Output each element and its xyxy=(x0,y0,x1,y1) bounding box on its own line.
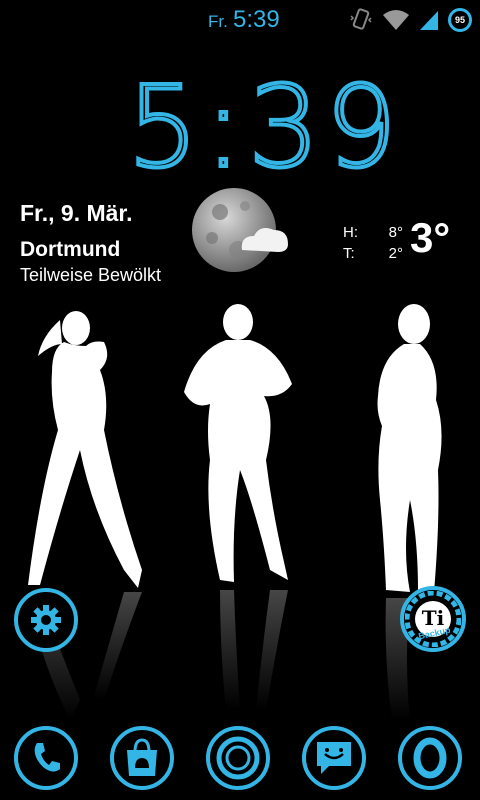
silhouette-middle xyxy=(184,304,292,582)
status-bar[interactable]: Fr. 5:39 95 xyxy=(0,0,480,38)
battery-icon: 95 xyxy=(448,8,472,32)
low-value: 2° xyxy=(388,245,403,262)
vibrate-icon xyxy=(350,8,372,30)
weather-date: Fr., 9. Mär. xyxy=(20,200,133,226)
low-temp-row: T: 2° xyxy=(343,243,403,264)
moon-cloud-icon xyxy=(192,188,288,272)
play-store-icon xyxy=(127,738,157,776)
settings-shortcut[interactable] xyxy=(14,588,78,652)
signal-icon xyxy=(420,11,438,30)
low-label: T: xyxy=(343,245,355,262)
phone-button[interactable] xyxy=(14,726,78,790)
dock xyxy=(0,718,480,800)
messaging-button[interactable] xyxy=(302,726,366,790)
titanium-backup-icon: Ti Backup xyxy=(405,591,461,647)
current-temperature: 3° xyxy=(410,214,451,261)
silhouette-left xyxy=(28,311,142,588)
titanium-backup-shortcut[interactable]: Ti Backup xyxy=(400,586,466,652)
high-low-temps: H: 8° T: 2° xyxy=(343,222,403,264)
opera-button[interactable] xyxy=(398,726,462,790)
messaging-icon xyxy=(317,742,351,774)
high-label: H: xyxy=(343,224,358,241)
status-time: 5:39 xyxy=(233,6,280,33)
app-drawer-icon xyxy=(216,736,260,780)
silhouette-reflections xyxy=(28,590,410,720)
app-drawer-button[interactable] xyxy=(206,726,270,790)
gear-icon xyxy=(31,605,61,635)
status-icons: 95 xyxy=(348,6,472,34)
silhouette-right xyxy=(377,304,442,592)
battery-level: 95 xyxy=(454,15,465,25)
opera-icon xyxy=(413,737,447,779)
high-temp-row: H: 8° xyxy=(343,222,403,243)
phone-icon xyxy=(34,743,60,772)
clock-widget[interactable]: 5:39 xyxy=(0,70,480,186)
status-day: Fr. xyxy=(208,12,228,31)
wifi-icon xyxy=(383,10,409,30)
play-store-button[interactable] xyxy=(110,726,174,790)
wallpaper-silhouettes xyxy=(28,304,442,720)
weather-condition: Teilweise Bewölkt xyxy=(20,265,162,285)
weather-city: Dortmund xyxy=(20,238,121,261)
high-value: 8° xyxy=(388,224,403,241)
